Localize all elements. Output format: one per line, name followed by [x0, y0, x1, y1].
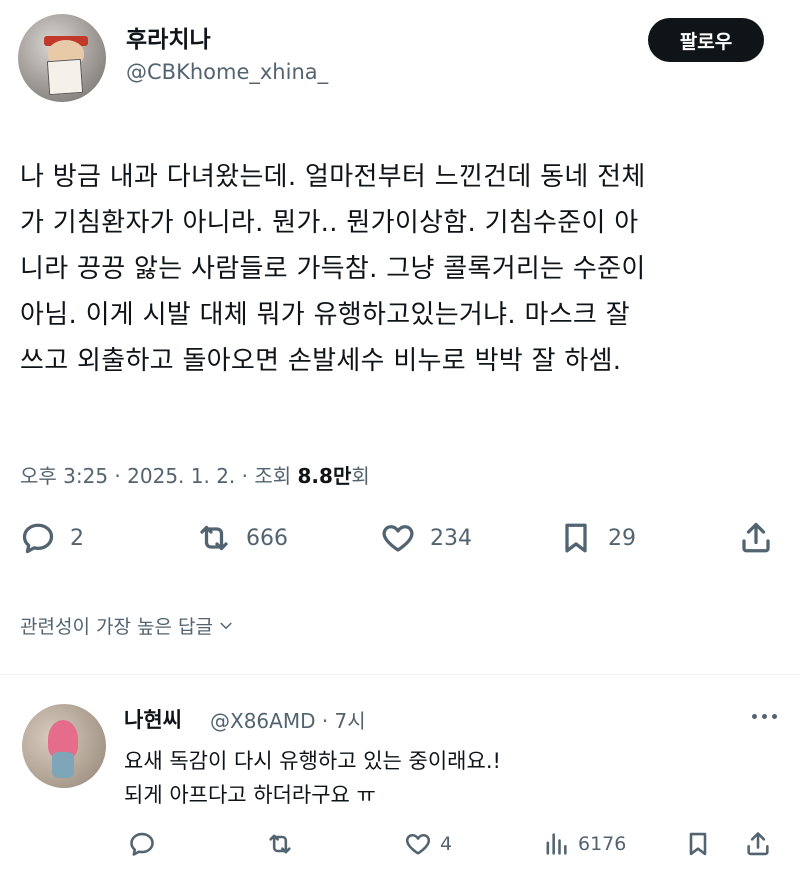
repost-icon — [269, 834, 291, 854]
reply-author-name[interactable]: 나현씨 — [124, 704, 182, 734]
view-count-suffix: 회 — [351, 464, 370, 488]
bookmark-icon — [689, 832, 707, 856]
tweet-text: 나 방금 내과 다녀왔는데. 얼마전부터 느낀건데 동네 전체 가 기침환자가 … — [20, 162, 646, 376]
view-count: 8.8만 — [297, 464, 352, 488]
share-icon — [747, 832, 769, 856]
like-button[interactable]: 234 — [380, 520, 472, 556]
author-avatar[interactable] — [18, 14, 106, 102]
repost-count: 666 — [246, 525, 288, 551]
views-icon — [546, 833, 567, 855]
bookmark-button[interactable]: 29 — [558, 520, 636, 556]
repost-button[interactable]: 666 — [196, 520, 288, 556]
reply-reply-button[interactable] — [128, 830, 156, 858]
replies-sort-dropdown[interactable]: 관련성이 가장 높은 답글 — [20, 612, 235, 639]
tweet-meta: 오후 3:25 · 2025. 1. 2. · 조회 8.8만회 — [20, 460, 370, 489]
reply-repost-button[interactable] — [266, 830, 294, 858]
reply-view-count: 6176 — [578, 833, 627, 855]
tweet-header: 후라치나 @CBKhome_xhina_ 팔로우 — [0, 0, 800, 120]
reply-icon — [22, 523, 54, 554]
tweet-timestamp[interactable]: 오후 3:25 · 2025. 1. 2. · 조회 — [20, 464, 298, 488]
reply-like-button[interactable]: 4 — [404, 830, 452, 858]
chevron-down-icon — [220, 621, 232, 629]
reply-bookmark-button[interactable] — [684, 830, 712, 858]
share-icon — [742, 522, 770, 553]
reply-author-handle[interactable]: @X86AMD · 7시 — [210, 705, 366, 734]
reply-item[interactable]: 나현씨 @X86AMD · 7시 요새 독감이 다시 유행하고 있는 중이래요.… — [0, 690, 800, 880]
divider — [0, 674, 800, 675]
author-handle[interactable]: @CBKhome_xhina_ — [126, 60, 328, 84]
more-icon[interactable] — [752, 704, 780, 728]
reply-actions: 4 6176 — [0, 830, 800, 870]
replies-sort-label: 관련성이 가장 높은 답글 — [20, 616, 213, 638]
share-button[interactable] — [738, 520, 774, 556]
follow-button[interactable]: 팔로우 — [648, 18, 764, 62]
bookmark-icon — [565, 523, 587, 553]
repost-icon — [200, 525, 228, 551]
like-count: 234 — [430, 525, 472, 551]
bookmark-count: 29 — [608, 525, 636, 551]
reply-like-count: 4 — [440, 833, 453, 855]
reply-views-button[interactable]: 6176 — [542, 830, 626, 858]
author-display-name[interactable]: 후라치나 — [126, 20, 211, 54]
reply-count: 2 — [70, 525, 84, 551]
reply-text: 요새 독감이 다시 유행하고 있는 중이래요.! 되게 아프다고 하더라구요 ㅠ — [124, 749, 501, 807]
heart-icon — [382, 525, 414, 552]
reply-share-button[interactable] — [744, 830, 772, 858]
reply-button[interactable]: 2 — [20, 520, 84, 556]
reply-avatar[interactable] — [22, 704, 106, 788]
heart-icon — [405, 833, 431, 855]
tweet-actions: 2 666 234 29 — [0, 520, 800, 570]
reply-icon — [130, 832, 154, 856]
